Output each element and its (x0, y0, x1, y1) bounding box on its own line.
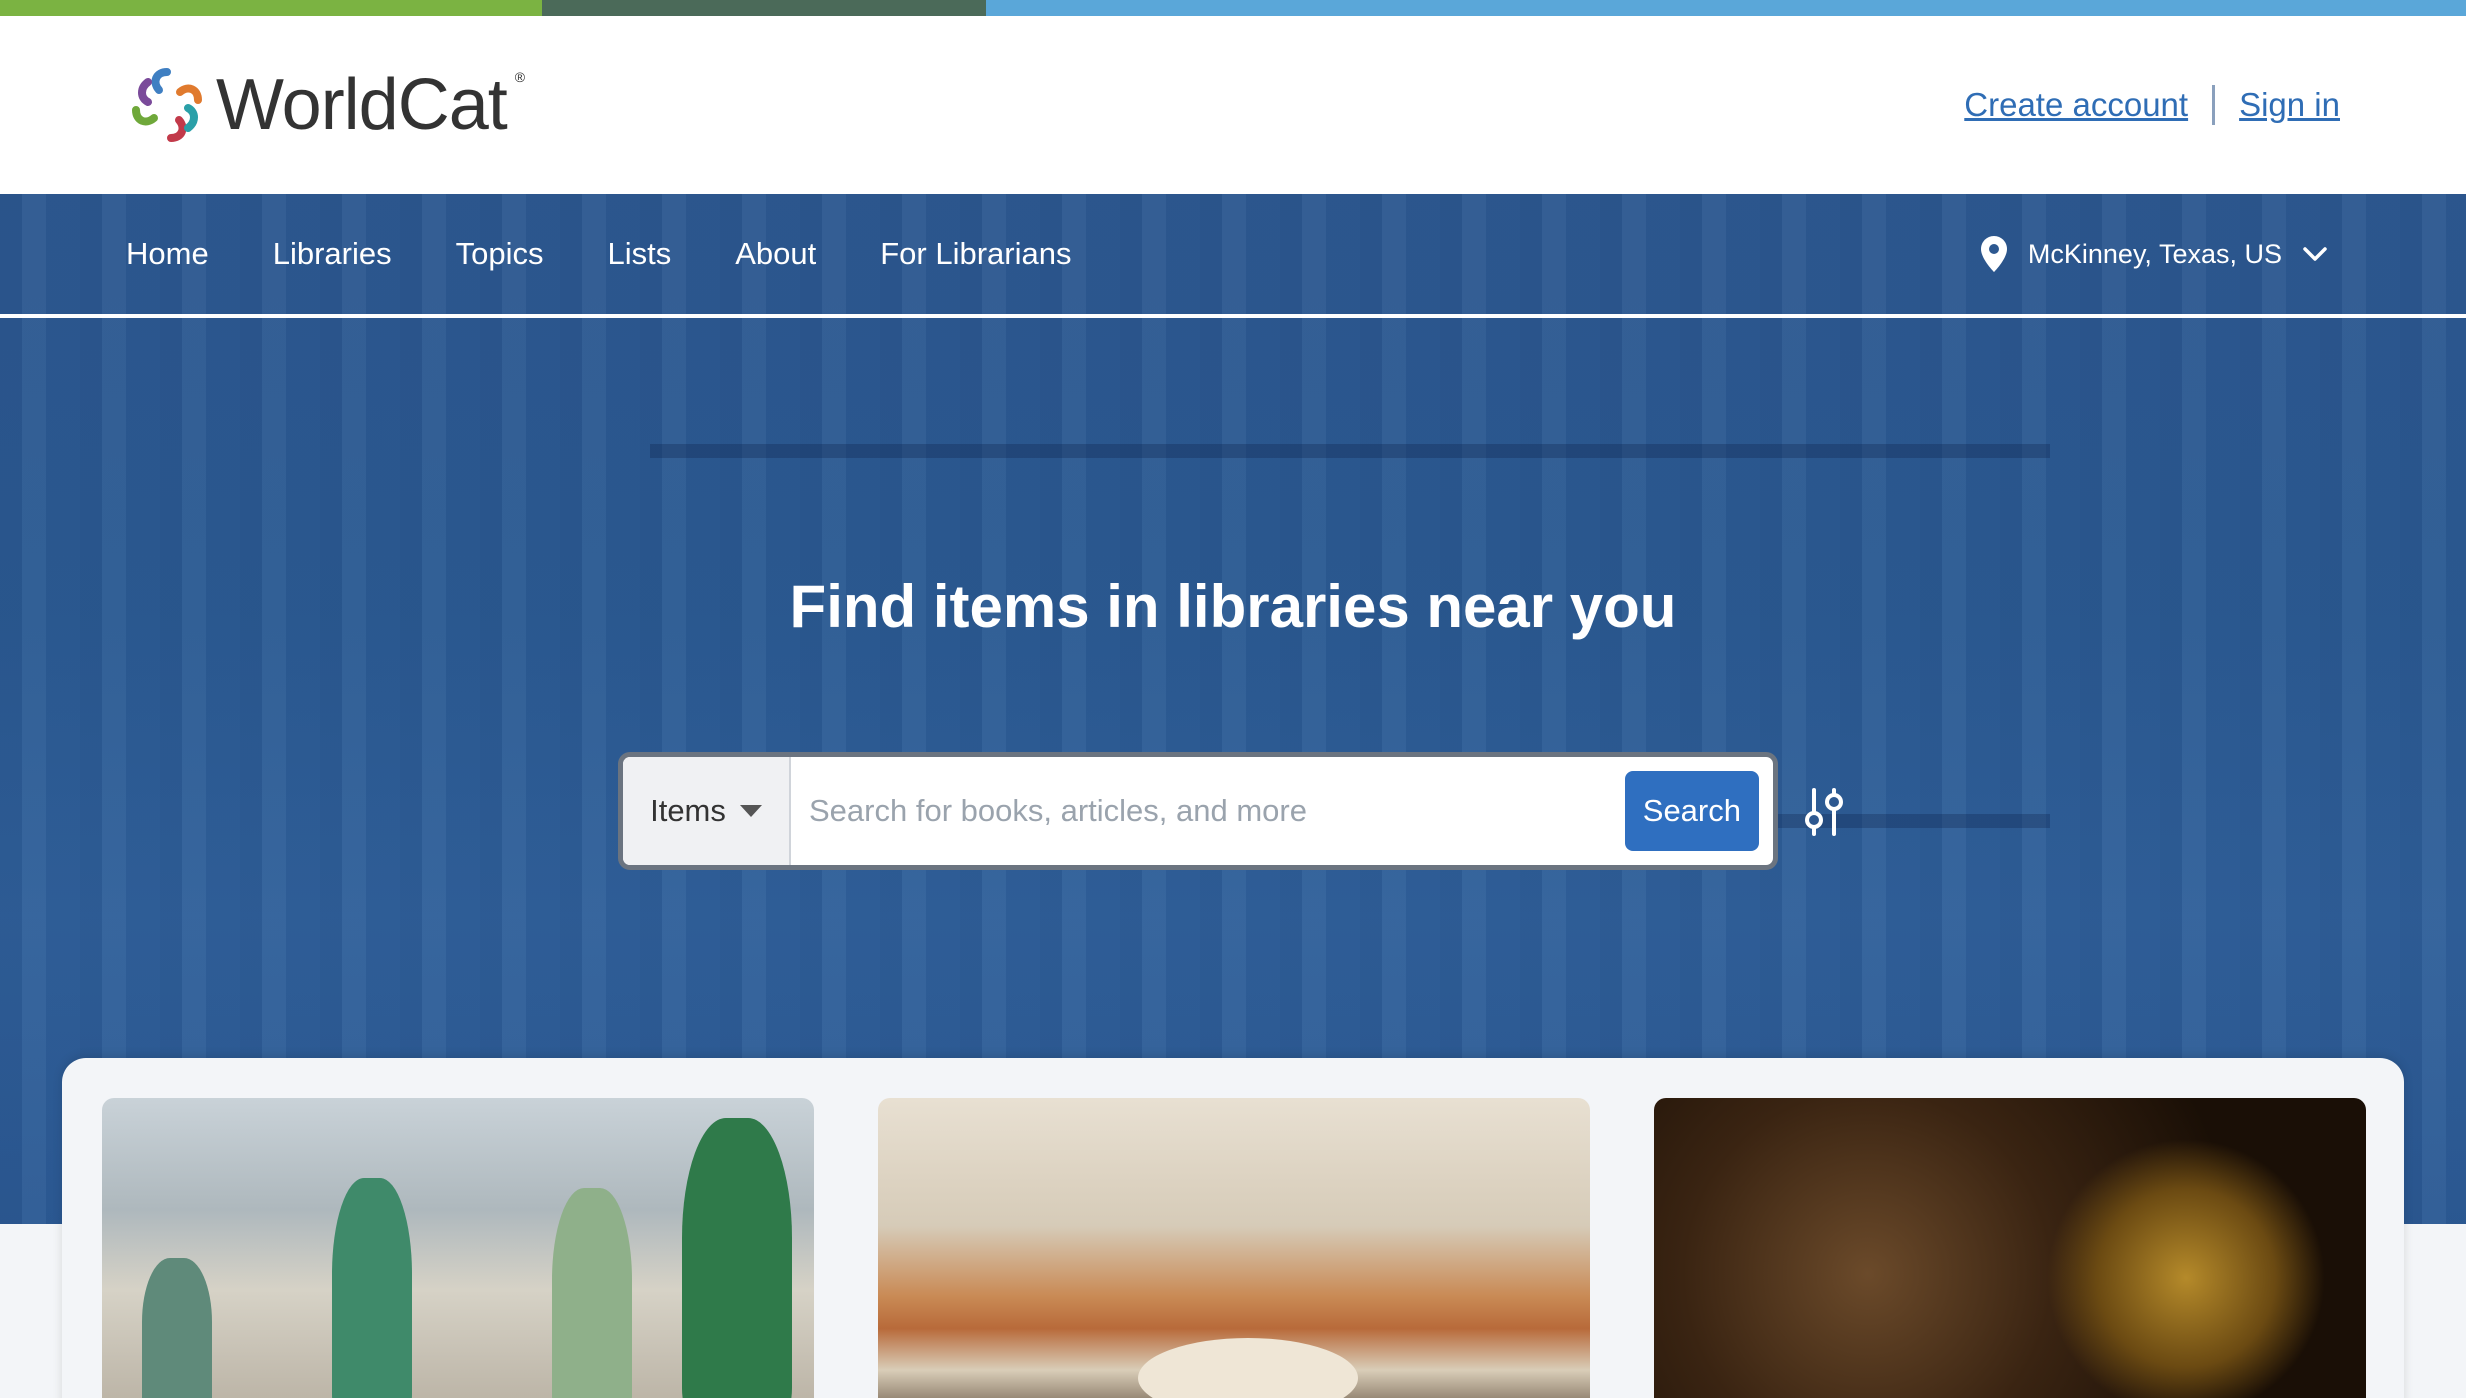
brand-name: WorldCat (216, 65, 508, 145)
sign-in-link[interactable]: Sign in (2239, 86, 2340, 124)
account-divider (2212, 85, 2216, 125)
hero-title: Find items in libraries near you (789, 573, 1677, 640)
search-input[interactable] (791, 757, 1625, 865)
nav-item-about[interactable]: About (735, 236, 816, 272)
photo-detail (552, 1188, 632, 1398)
photo-detail (1138, 1338, 1358, 1398)
nav-item-libraries[interactable]: Libraries (273, 236, 392, 272)
search-type-dropdown[interactable]: Items (623, 757, 791, 865)
search-type-label: Items (650, 793, 726, 828)
nav-item-lists[interactable]: Lists (607, 236, 671, 272)
bookshelf-decor (650, 444, 2050, 458)
create-account-link[interactable]: Create account (1964, 86, 2188, 124)
registered-mark: ® (514, 69, 526, 85)
featured-card-image[interactable] (878, 1098, 1590, 1398)
account-links: Create account Sign in (1964, 85, 2340, 125)
worldcat-swirl-icon (132, 68, 202, 142)
strip-segment-green (0, 0, 542, 16)
chevron-down-icon (2303, 247, 2327, 261)
search-button[interactable]: Search (1624, 771, 1759, 851)
nav-item-for-librarians[interactable]: For Librarians (880, 236, 1071, 272)
photo-detail (332, 1178, 412, 1398)
top-color-strip (0, 0, 2466, 16)
strip-segment-dark (542, 0, 986, 16)
map-pin-icon (1980, 236, 2007, 272)
photo-detail (682, 1118, 792, 1398)
location-selector[interactable]: McKinney, Texas, US (1980, 235, 2340, 273)
caret-down-icon (739, 805, 762, 817)
location-label: McKinney, Texas, US (2027, 238, 2282, 269)
main-nav: Home Libraries Topics Lists About For Li… (0, 194, 2466, 318)
worldcat-logo[interactable]: WorldCat ® (126, 64, 525, 146)
featured-card-image[interactable] (1654, 1098, 2366, 1398)
nav-links: Home Libraries Topics Lists About For Li… (126, 236, 1071, 272)
strip-segment-blue (986, 0, 2466, 16)
nav-item-topics[interactable]: Topics (456, 236, 544, 272)
featured-card-image[interactable] (102, 1098, 814, 1398)
search-bar: Items Search (618, 752, 1778, 870)
nav-item-home[interactable]: Home (126, 236, 209, 272)
photo-detail (142, 1258, 212, 1398)
sliders-icon[interactable] (1800, 786, 1848, 838)
site-header: WorldCat ® Create account Sign in (0, 16, 2466, 194)
featured-cards-panel (62, 1058, 2404, 1398)
